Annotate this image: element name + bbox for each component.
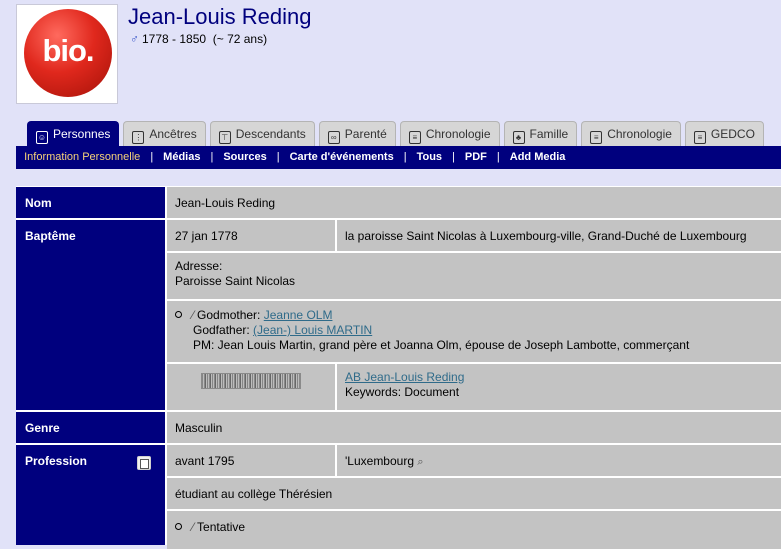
fact-label-genre: Genre [16,412,167,443]
subnav-add-media[interactable]: Add Media [510,151,566,163]
profession-date: avant 1795 [167,445,337,476]
subnav-medias[interactable]: Médias [163,151,200,163]
fact-row-bapteme: Baptême 27 jan 1778 la paroisse Saint Ni… [16,220,781,412]
edit-note-icon[interactable] [137,456,151,470]
profession-place: 'Luxembourg [345,454,414,468]
godfather-label: Godfather: [193,323,250,337]
subnav-carte-evenements[interactable]: Carte d'événements [290,151,394,163]
address-label: Adresse: [175,259,223,273]
timeline-icon: ≡ [590,131,603,144]
logo-text: bio. [42,33,94,68]
gedcom-icon: ≡ [693,131,706,144]
godmother-label: Godmother: [197,308,261,322]
tab-descendants[interactable]: ⊤ Descendants [209,121,315,146]
subnav-pdf[interactable]: PDF [465,151,487,163]
tab-chronologie-2[interactable]: ≡ Chronologie [581,121,681,146]
profession-place-cell: 'Luxembourg ⌕ [337,445,781,476]
media-info: AB Jean-Louis Reding Keywords: Document [337,364,781,410]
tab-label: Parenté [344,127,387,141]
facts-table: Nom Jean-Louis Reding Baptême 27 jan 177… [16,186,781,549]
bapteme-place: la paroisse Saint Nicolas à Luxembourg-v… [345,229,747,243]
person-name-title: Jean-Louis Reding [128,4,312,29]
tab-label: Famille [529,127,569,141]
bapteme-notes: ⁄ Godmother: Jeanne OLM Godfather: (Jean-… [167,301,781,362]
site-logo[interactable]: bio. [16,4,118,104]
godfather-link[interactable]: (Jean-) Louis MARTIN [253,323,372,337]
ancestors-icon: ⋮ [132,131,145,144]
fact-row-nom: Nom Jean-Louis Reding [16,187,781,220]
godmother-link[interactable]: Jeanne OLM [264,308,333,322]
media-thumbnail-cell [167,364,337,410]
profession-note-text: Tentative [197,520,246,534]
fact-label-bapteme: Baptême [16,220,167,410]
logo-ball: bio. [24,9,112,97]
tab-label: Personnes [53,127,111,141]
subnav-separator: | [496,151,500,163]
fact-row-profession: Profession avant 1795 'Luxembourg ⌕ étud… [16,445,781,549]
person-subnav: Information Personnelle | Médias | Sources | C… [16,146,781,169]
subnav-sources[interactable]: Sources [223,151,266,163]
tab-gedcom[interactable]: ≡ GEDCO [684,121,764,146]
relationship-icon: ∞ [327,131,340,144]
tab-parente[interactable]: ∞ Parenté [318,121,396,146]
fact-value-nom: Jean-Louis Reding [175,196,276,210]
media-title-link[interactable]: AB Jean-Louis Reding [345,370,464,384]
tab-ancetres[interactable]: ⋮ Ancêtres [123,121,206,146]
profession-description: étudiant au collège Thérésien [175,487,333,501]
bapteme-date: 27 jan 1778 [167,220,337,251]
subnav-separator: | [276,151,280,163]
profession-note: ⁄ Tentative [167,511,781,549]
tab-label: Chronologie [425,127,491,141]
fact-value-genre: Masculin [175,421,223,435]
fact-row-genre: Genre Masculin [16,412,781,445]
subnav-separator: | [403,151,407,163]
fact-label-profession-cell: Profession [16,445,167,545]
subnav-separator: | [452,151,455,163]
subnav-separator: | [210,151,214,163]
media-keywords: Keywords: Document [345,385,460,399]
address-value: Paroisse Saint Nicolas [175,274,296,288]
fact-label-profession: Profession [25,454,88,468]
pm-note: PM: Jean Louis Martin, grand père et Joa… [193,338,690,352]
tab-label: Ancêtres [149,127,197,141]
fact-label-nom: Nom [16,187,167,218]
document-thumbnail[interactable] [201,373,301,389]
subnav-separator: | [150,151,154,163]
person-icon: ☺ [36,131,48,144]
pen-icon: ⁄ [192,520,195,534]
subnav-information-personnelle[interactable]: Information Personnelle [24,151,140,163]
person-lifespan: ♂ 1778 - 1850 (~ 72 ans) [130,32,267,46]
tab-label: Chronologie [607,127,672,141]
tab-famille[interactable]: ♣ Famille [503,121,578,146]
pen-icon: ⁄ [192,308,195,322]
tab-label: GEDCO [710,127,755,141]
bullet-icon [175,311,182,318]
descendants-icon: ⊤ [218,131,231,144]
lifespan-years: 1778 - 1850 [142,32,207,46]
tab-label: Descendants [235,127,306,141]
tab-personnes[interactable]: ☺ Personnes [27,121,120,146]
bapteme-address: Adresse: Paroisse Saint Nicolas [167,253,781,299]
timeline-icon: ≡ [408,131,421,144]
subnav-tous[interactable]: Tous [417,151,442,163]
tab-chronologie-1[interactable]: ≡ Chronologie [399,121,500,146]
family-icon: ♣ [512,131,525,144]
main-tabs: ☺ Personnes ⋮ Ancêtres ⊤ Descendants ∞ Parenté ≡… [27,121,768,146]
magnifier-icon[interactable]: ⌕ [417,456,423,468]
male-icon: ♂ [130,32,139,46]
age-text: (~ 72 ans) [212,32,268,46]
